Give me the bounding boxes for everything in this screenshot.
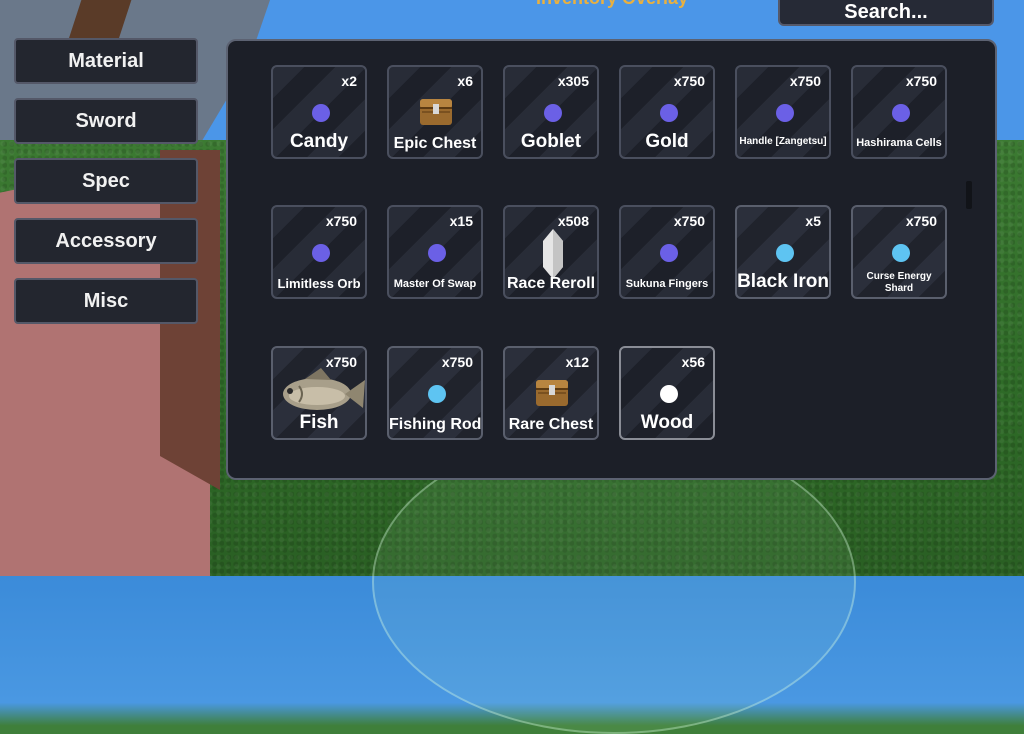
item-count: x750 [441, 354, 473, 370]
purple-orb-icon [312, 244, 330, 262]
item-slot[interactable]: x5 Black Iron [735, 205, 831, 299]
category-spec-button[interactable]: Spec [14, 158, 198, 204]
item-slot[interactable]: x750 Fish [271, 346, 367, 440]
item-count: x305 [557, 73, 589, 89]
item-slot[interactable]: x750 Curse Energy Shard [851, 205, 947, 299]
item-slot[interactable]: x15 Master Of Swap [387, 205, 483, 299]
item-slot[interactable]: x750 Limitless Orb [271, 205, 367, 299]
chest-icon [420, 99, 452, 125]
item-name: Sukuna Fingers [625, 278, 709, 290]
item-slot[interactable]: x750 Fishing Rod [387, 346, 483, 440]
item-count: x750 [905, 213, 937, 229]
item-count: x12 [565, 354, 589, 370]
item-name: Hashirama Cells [856, 137, 942, 149]
item-slot[interactable]: x12 Rare Chest [503, 346, 599, 440]
item-name: Limitless Orb [277, 276, 361, 291]
item-name: Gold [645, 131, 689, 152]
category-sword-button[interactable]: Sword [14, 98, 198, 144]
item-name: Epic Chest [393, 135, 477, 152]
item-slot[interactable]: x2 Candy [271, 65, 367, 159]
fish-icon [283, 368, 365, 410]
item-count: x56 [681, 354, 705, 370]
item-slot[interactable]: x750 Gold [619, 65, 715, 159]
item-slot[interactable]: x6 Epic Chest [387, 65, 483, 159]
item-count: x2 [341, 73, 357, 89]
blue-orb-icon [776, 244, 794, 262]
item-name: Handle [Zangetsu] [739, 136, 827, 147]
purple-orb-icon [892, 104, 910, 122]
item-slot[interactable]: x305 Goblet [503, 65, 599, 159]
item-name: Curse Energy Shard [866, 271, 932, 294]
purple-orb-icon [660, 104, 678, 122]
purple-orb-icon [544, 104, 562, 122]
item-slot[interactable]: x750 Hashirama Cells [851, 65, 947, 159]
item-name: Wood [640, 412, 694, 433]
purple-orb-icon [660, 244, 678, 262]
item-count: x750 [673, 213, 705, 229]
item-count: x750 [673, 73, 705, 89]
item-count: x508 [557, 213, 589, 229]
item-name: Master Of Swap [393, 278, 477, 290]
category-misc-button[interactable]: Misc [14, 278, 198, 324]
item-slot[interactable]: x750 Handle [Zangetsu] [735, 65, 831, 159]
item-count: x750 [325, 213, 357, 229]
item-name: Fishing Rod [389, 416, 482, 433]
item-name: Black Iron [737, 271, 829, 292]
category-accessory-button[interactable]: Accessory [14, 218, 198, 264]
blue-orb-icon [428, 385, 446, 403]
category-material-button[interactable]: Material [14, 38, 198, 84]
item-name: Goblet [520, 131, 582, 152]
scrollbar-thumb[interactable] [966, 181, 972, 209]
white-orb-icon [660, 385, 678, 403]
purple-orb-icon [776, 104, 794, 122]
item-count: x6 [457, 73, 473, 89]
item-slot[interactable]: x56 Wood [619, 346, 715, 440]
blue-orb-icon [892, 244, 910, 262]
item-count: x15 [449, 213, 473, 229]
item-count: x750 [789, 73, 821, 89]
top-title: Inventory Overlay [492, 0, 732, 8]
crystal-icon [543, 229, 563, 279]
item-count: x750 [905, 73, 937, 89]
item-slot[interactable]: x750 Sukuna Fingers [619, 205, 715, 299]
item-name: Rare Chest [508, 416, 594, 433]
item-name: Race Reroll [506, 275, 596, 292]
item-name: Candy [289, 131, 349, 152]
purple-orb-icon [312, 104, 330, 122]
item-name: Fish [299, 412, 339, 433]
chest-icon [536, 380, 568, 406]
item-count: x5 [805, 213, 821, 229]
purple-orb-icon [428, 244, 446, 262]
item-slot[interactable]: x508 Race Reroll [503, 205, 599, 299]
search-button[interactable]: Search... [778, 0, 994, 26]
